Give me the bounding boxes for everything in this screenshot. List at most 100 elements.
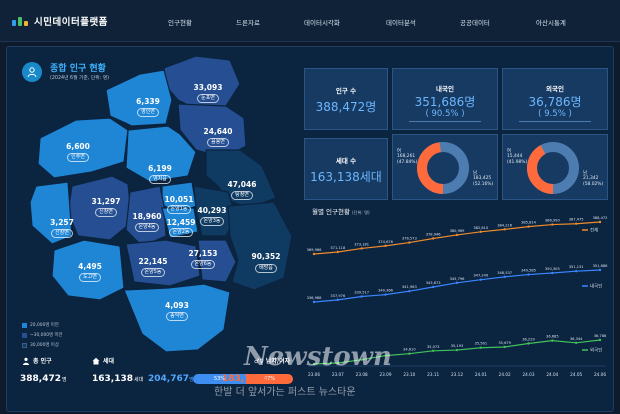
legend-label: 외국인 bbox=[590, 347, 602, 354]
data-label: 35,073 bbox=[427, 345, 440, 349]
region-value-onyang1: 10,051 bbox=[164, 195, 194, 204]
data-point bbox=[503, 275, 506, 279]
data-point bbox=[336, 250, 340, 254]
data-point bbox=[336, 298, 340, 302]
households-card-value: 163,138세대 bbox=[310, 170, 382, 184]
region-value-sinchang: 31,297 bbox=[91, 197, 121, 206]
foreign-gender-donut bbox=[527, 142, 579, 194]
data-point bbox=[503, 228, 506, 231]
data-point bbox=[360, 247, 363, 250]
data-point bbox=[408, 352, 411, 355]
data-label: 36,229 bbox=[522, 338, 535, 342]
female-count: 183,705명 bbox=[222, 374, 268, 384]
data-point bbox=[431, 285, 435, 289]
region-value-onyang6: 27,153 bbox=[188, 249, 218, 258]
households-card: 세대 수 163,138세대 bbox=[304, 138, 388, 200]
data-point bbox=[455, 233, 459, 237]
data-point bbox=[527, 225, 530, 228]
data-label: 36,786 bbox=[594, 334, 607, 338]
map-legend: 20,000명 미만 ~30,000명 미만 30,000명 이상 bbox=[22, 322, 63, 352]
data-label: 336,988 bbox=[307, 296, 323, 300]
data-point bbox=[598, 268, 602, 272]
data-point bbox=[360, 358, 363, 361]
data-label: 388,472 bbox=[593, 216, 608, 220]
domestic-gender-donut bbox=[417, 142, 469, 194]
data-label: 349,585 bbox=[521, 269, 536, 273]
data-point bbox=[527, 342, 530, 345]
data-label: 35,679 bbox=[498, 341, 511, 345]
data-label: 347,249 bbox=[473, 274, 489, 278]
legend-item: 30,000명 이상 bbox=[22, 342, 63, 348]
region-name-onyang2: 온양2동 bbox=[159, 228, 203, 237]
card-divider bbox=[519, 121, 591, 122]
foreign-card-pct: ( 9.5% ) bbox=[538, 109, 572, 119]
data-label: 345,796 bbox=[450, 277, 466, 281]
region-name-sinchang: 신창면 bbox=[84, 208, 128, 217]
region-name-baebang: 배방읍 bbox=[244, 264, 288, 273]
data-point bbox=[455, 281, 459, 285]
card-divider bbox=[409, 121, 481, 122]
region-value-yeomchi: 6,199 bbox=[148, 164, 172, 173]
region-name-onyang3: 온양3동 bbox=[190, 217, 234, 226]
data-point bbox=[574, 341, 578, 344]
domestic-card-value: 351,686명 bbox=[414, 95, 476, 109]
x-tick-label: 23.12 bbox=[451, 372, 463, 377]
x-tick-label: 24.02 bbox=[499, 372, 511, 377]
map-region-baebang[interactable] bbox=[227, 201, 293, 291]
legend-swatch bbox=[22, 332, 27, 338]
data-label: 34,610 bbox=[403, 348, 416, 352]
domestic-card-title: 내국인 bbox=[436, 85, 454, 93]
gender-label: ♂♀ 남자/여자 bbox=[254, 358, 291, 365]
data-label: 374,676 bbox=[378, 240, 394, 244]
domestic-female-label: 여 168,261 (47.84%) bbox=[397, 149, 418, 165]
series-line-1 bbox=[313, 269, 601, 303]
data-label: 371,118 bbox=[330, 246, 346, 250]
region-value-dunpo: 33,093 bbox=[193, 83, 223, 92]
data-point bbox=[384, 244, 387, 248]
data-point bbox=[384, 293, 387, 296]
data-point bbox=[455, 348, 459, 352]
region-value-baebang: 90,352 bbox=[251, 252, 281, 261]
data-label: 35,561 bbox=[475, 342, 488, 346]
house-icon bbox=[92, 357, 100, 364]
data-label: 385,814 bbox=[521, 221, 537, 225]
region-value-dogo: 4,495 bbox=[78, 262, 102, 271]
region-name-yeongin: 영인면 bbox=[126, 108, 170, 117]
data-point bbox=[551, 339, 554, 342]
data-label: 380,989 bbox=[450, 229, 466, 233]
data-label: 386,990 bbox=[545, 219, 561, 223]
data-label: 348,537 bbox=[497, 271, 512, 275]
x-tick-label: 24.03 bbox=[523, 372, 535, 377]
foreign-male-label: 남 21,342 (58.02%) bbox=[583, 171, 604, 187]
domestic-donut-card: 여 168,261 (47.84%) 남 183,425 (52.16%) bbox=[392, 134, 498, 200]
data-point bbox=[479, 278, 483, 281]
person-icon bbox=[23, 357, 29, 365]
data-label: 339,517 bbox=[354, 290, 369, 294]
x-tick-label: 23.07 bbox=[332, 372, 344, 377]
region-name-yeomchi: 염치읍 bbox=[138, 175, 182, 184]
data-point bbox=[574, 270, 578, 273]
data-label: 351,131 bbox=[569, 265, 584, 269]
region-value-inju: 6,600 bbox=[66, 142, 90, 151]
households-card-title: 세대 수 bbox=[335, 157, 357, 165]
population-card-value: 388,472명 bbox=[315, 100, 377, 114]
region-value-seonjang: 3,257 bbox=[50, 218, 74, 227]
region-name-seonjang: 선장면 bbox=[40, 229, 84, 238]
domestic-male-label: 남 183,425 (52.16%) bbox=[473, 171, 494, 187]
data-point bbox=[551, 271, 554, 275]
series-line-0 bbox=[313, 221, 601, 255]
gender-icon: ♂♀ bbox=[254, 358, 264, 365]
data-point bbox=[360, 295, 363, 298]
data-point bbox=[598, 220, 602, 224]
region-name-dunpo: 둔포면 bbox=[186, 94, 230, 103]
data-label: 341,963 bbox=[402, 285, 417, 289]
foreign-card-title: 외국인 bbox=[546, 85, 564, 93]
total-population-value: 388,472명 bbox=[20, 374, 67, 384]
data-label: 378,946 bbox=[426, 232, 442, 236]
data-point bbox=[479, 230, 483, 233]
foreign-card: 외국인 36,786명 ( 9.5% ) bbox=[502, 68, 608, 130]
region-name-songak: 송악면 bbox=[155, 312, 199, 321]
x-tick-label: 24.01 bbox=[475, 372, 487, 377]
data-point bbox=[312, 362, 316, 366]
data-point bbox=[479, 346, 483, 349]
